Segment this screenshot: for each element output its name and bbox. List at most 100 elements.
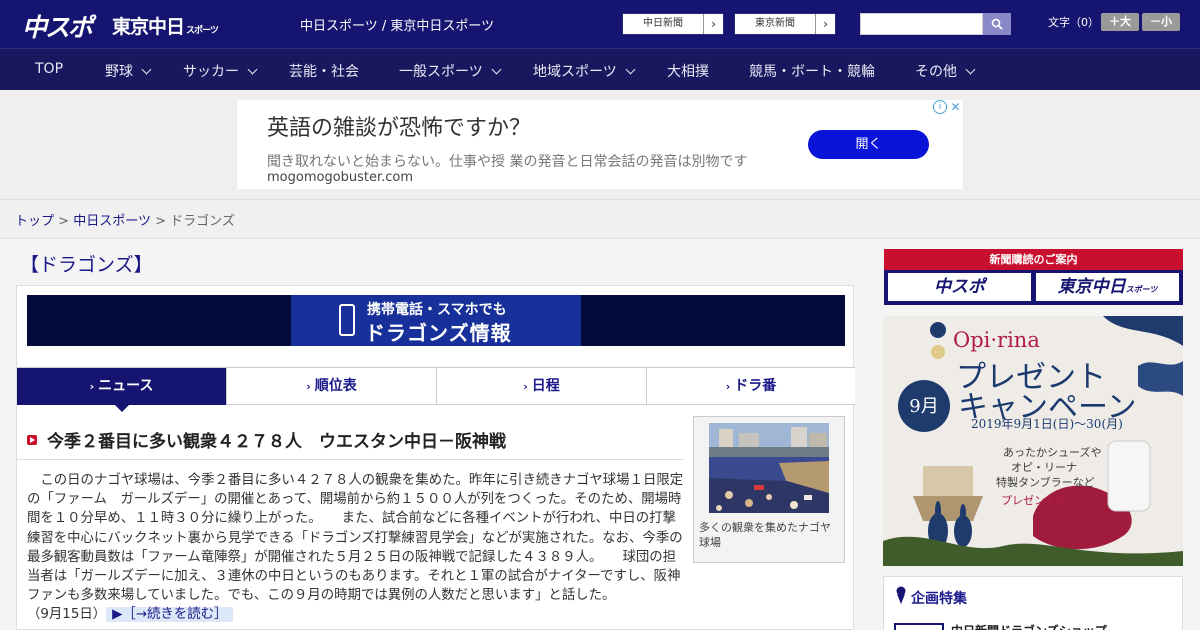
nav-item-label: サッカー: [183, 64, 239, 80]
chunichi-shimbun-label: 中日新聞: [643, 18, 683, 29]
nav-item-general-sports[interactable]: 一般スポーツ: [399, 61, 502, 81]
ad-title[interactable]: 英語の雑談が恐怖ですか？: [267, 110, 531, 142]
chevron-right-icon: ›: [703, 14, 723, 34]
nav-item-other[interactable]: その他: [915, 61, 976, 81]
nav-item-racing[interactable]: 競馬・ボート・競輪: [749, 61, 875, 81]
nav-item-entertainment[interactable]: 芸能・社会: [289, 61, 359, 81]
special-features-title: 企画特集: [911, 591, 967, 607]
moon-badge: 9月: [898, 380, 950, 432]
tab-bar: › ニュース › 順位表 › 日程 › ドラ番: [17, 367, 855, 405]
chevron-down-icon: [491, 64, 502, 75]
ad-url[interactable]: mogomogobuster.com: [267, 170, 413, 185]
campaign-month: 9月: [909, 396, 939, 417]
read-more-link[interactable]: ▶［→続きを読む］: [106, 607, 234, 623]
text-ad[interactable]: 英語の雑談が恐怖ですか？ 聞き取れないと始まらない。仕事や授 業の発音と日常会話…: [237, 100, 963, 189]
nav-item-label: 野球: [105, 64, 133, 80]
breadcrumb-top[interactable]: トップ: [15, 214, 54, 229]
article-body: この日のナゴヤ球場は、今季２番目に多い４２７８人の観衆を集めた。昨年に引き続きナ…: [27, 471, 687, 625]
ribbon-icon: [896, 586, 906, 604]
campaign-copy-3: 特製タンブラーなど: [996, 476, 1095, 489]
chevron-right-icon: ›: [815, 14, 835, 34]
nav-item-label: 大相撲: [667, 64, 709, 80]
tokyo-shimbun-label: 東京新聞: [755, 18, 795, 29]
tab-label: 日程: [531, 378, 560, 394]
article-date: （9月15日）: [27, 607, 107, 623]
tokyo-shimbun-button[interactable]: 東京新聞 ›: [734, 13, 836, 35]
article-play-icon: [27, 435, 37, 445]
tab-dora-ban[interactable]: › ドラ番: [647, 368, 855, 405]
stadium-photo[interactable]: [709, 423, 829, 513]
ad-open-button[interactable]: 開く: [808, 130, 929, 159]
subscribe-tokyo-chunichi-button[interactable]: 東京中日スポーツ: [1036, 273, 1179, 301]
breadcrumb: トップ > 中日スポーツ > ドラゴンズ: [15, 210, 235, 229]
font-size-label: 文字（0）: [1048, 16, 1099, 29]
nav-item-label: その他: [915, 64, 957, 80]
nav-item-baseball[interactable]: 野球: [105, 61, 152, 81]
ad-close-icon[interactable]: ✕: [948, 100, 963, 115]
tab-label: ニュース: [98, 378, 154, 394]
article-photo-box: 多くの観衆を集めたナゴヤ球場: [693, 416, 845, 563]
nav-item-label: 一般スポーツ: [399, 64, 483, 80]
tab-standings[interactable]: › 順位表: [227, 368, 437, 405]
page-title: 【ドラゴンズ】: [20, 254, 153, 276]
tab-label: 順位表: [314, 378, 357, 394]
campaign-dates: 2019年9月1日(日)～30(月): [971, 417, 1123, 431]
chevron-right-icon: ›: [725, 380, 731, 393]
stadium-photo-image: [709, 423, 829, 513]
subscription-heading: 新聞購読のご案内: [884, 249, 1183, 270]
chevron-down-icon: [247, 64, 258, 75]
campaign-copy-1: あったかシューズや: [1003, 446, 1102, 459]
site-title: 中日スポーツ / 東京中日スポーツ: [300, 19, 495, 34]
ad-description: 聞き取れないと始まらない。仕事や授 業の発音と日常会話の発音は別物です: [267, 154, 748, 170]
chevron-down-icon: [965, 64, 976, 75]
main-nav: TOP 野球 サッカー 芸能・社会 一般スポーツ 地域スポーツ 大相撲 競馬・ボ…: [0, 48, 1200, 90]
campaign-copy-4: プレゼント!!: [1001, 494, 1065, 507]
mobile-info-banner[interactable]: 携帯電話・スマホでも ドラゴンズ情報: [27, 295, 845, 346]
nav-item-label: TOP: [35, 61, 64, 77]
font-larger-button[interactable]: ＋大: [1101, 13, 1139, 31]
breadcrumb-chunichi-sports[interactable]: 中日スポーツ: [73, 214, 151, 229]
nav-item-sumo[interactable]: 大相撲: [667, 61, 709, 81]
banner-line1: 携帯電話・スマホでも: [367, 302, 507, 318]
news-panel: 携帯電話・スマホでも ドラゴンズ情報 › ニュース › 順位表 › 日程 › ドラ番 今…: [16, 285, 855, 630]
ad-info-icon[interactable]: i: [933, 100, 947, 114]
nav-item-soccer[interactable]: サッカー: [183, 61, 258, 81]
active-tab-pointer: [115, 405, 129, 412]
breadcrumb-separator: >: [58, 214, 70, 229]
article-title[interactable]: 今季２番目に多い観衆４２７８人 ウエスタン中日－阪神戦: [47, 427, 506, 452]
nav-item-local-sports[interactable]: 地域スポーツ: [533, 61, 636, 81]
campaign-ad[interactable]: Opi·rina プレゼント キャンペーン 9月 2019年9月1日(日)～30…: [883, 316, 1183, 566]
divider: [17, 459, 683, 460]
subscribe-tokyo-label: 東京中日: [1057, 277, 1126, 297]
chunichi-sports-logo[interactable]: 中スポ: [22, 8, 93, 44]
chevron-right-icon: ›: [89, 380, 95, 393]
tab-news[interactable]: › ニュース: [17, 368, 227, 405]
ad-area: 英語の雑談が恐怖ですか？ 聞き取れないと始まらない。仕事や授 業の発音と日常会話…: [0, 90, 1200, 200]
article-text: この日のナゴヤ球場は、今季２番目に多い４２７８人の観衆を集めた。昨年に引き続きナ…: [27, 473, 684, 604]
font-smaller-button[interactable]: －小: [1142, 13, 1180, 31]
subscribe-tokyo-small: スポーツ: [1125, 285, 1158, 294]
tokyo-chunichi-logo[interactable]: 東京中日 スポーツ: [112, 12, 219, 39]
search-input[interactable]: [860, 13, 983, 35]
search-button[interactable]: [983, 13, 1011, 35]
search-icon: [991, 18, 1003, 30]
chevron-right-icon: ›: [523, 380, 528, 393]
dragons-shop-link[interactable]: 中日新聞ドラゴンズショップ: [951, 622, 1107, 630]
banner-inner: 携帯電話・スマホでも ドラゴンズ情報: [291, 295, 581, 346]
chunichi-shimbun-button[interactable]: 中日新聞 ›: [622, 13, 724, 35]
nav-item-top[interactable]: TOP: [35, 61, 63, 77]
chevron-down-icon: [141, 64, 152, 75]
breadcrumb-separator: >: [155, 214, 166, 229]
nav-item-label: 地域スポーツ: [533, 64, 617, 80]
campaign-copy-2: オピ・リーナ: [1011, 461, 1077, 474]
banner-line2: ドラゴンズ情報: [365, 321, 512, 345]
site-header: 中スポ 東京中日 スポーツ 中日スポーツ / 東京中日スポーツ 中日新聞 › 東京…: [0, 0, 1200, 48]
subscription-box: 新聞購読のご案内 中スポ 東京中日スポーツ: [884, 249, 1183, 305]
dragons-shop-thumbnail[interactable]: [894, 623, 944, 630]
tab-schedule[interactable]: › 日程: [437, 368, 647, 405]
photo-caption: 多くの観衆を集めたナゴヤ球場: [699, 521, 831, 549]
tokyo-chunichi-logo-small: スポーツ: [186, 26, 219, 36]
special-features-box: 企画特集 中日新聞ドラゴンズショップ: [883, 576, 1183, 630]
phone-icon: [339, 304, 355, 336]
subscribe-chunichi-sports-button[interactable]: 中スポ: [888, 273, 1031, 301]
